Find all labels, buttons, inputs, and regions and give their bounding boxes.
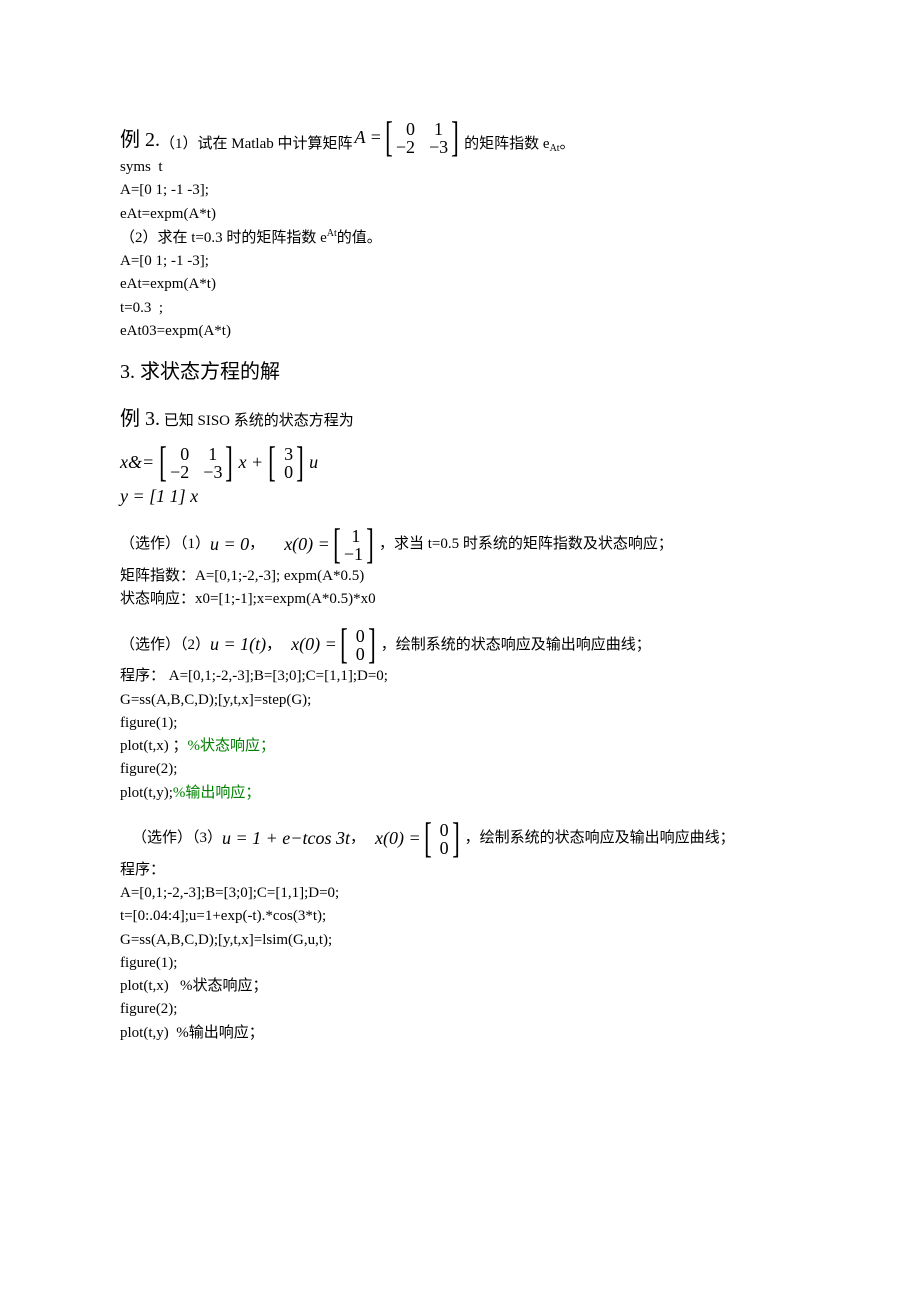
x0b-r1: 0 — [351, 627, 365, 645]
code-line: t=[0:.04:4];u=1+exp(-t).*cos(3*t); — [120, 905, 810, 928]
m1-r2c1: −2 — [170, 463, 189, 481]
code-line: 状态响应：x0=[1;-1];x=expm(A*0.5)*x0 — [120, 588, 810, 611]
p2-l4a: plot(t,x) ； — [120, 738, 188, 754]
code-line: figure(2); — [120, 758, 810, 781]
x0a-r1: 1 — [346, 527, 360, 545]
example-2-header: 例 2. （1）试在 Matlab 中计算矩阵 A = [ 01 −2−3 ] … — [120, 120, 810, 156]
x0-eq-2: x(0) = [ 0 0 ] — [291, 627, 379, 663]
comment-output-resp: %输出响应； — [173, 785, 261, 801]
comma: ， — [249, 533, 264, 556]
ex3-intro: 已知 SISO 系统的状态方程为 — [164, 413, 354, 429]
u-var: u — [309, 449, 318, 477]
section-3-title: 3. 求状态方程的解 — [120, 357, 810, 388]
u-zero: u = 0 — [210, 531, 249, 559]
p1-tail: ，求当 t=0.5 时系统的矩阵指数及状态响应； — [379, 533, 673, 556]
x0c-r2: 0 — [435, 839, 449, 857]
x0b-r2: 0 — [351, 645, 365, 663]
x0-label-2: x(0) = — [291, 631, 337, 659]
m1-r1c2: 1 — [203, 445, 217, 463]
ex3-part1: （选作）（1） u = 0 ， x(0) = [ 1 −1 ] ，求当 t=0.… — [120, 527, 810, 563]
p3-tail: ，绘制系统的状态响应及输出响应曲线； — [465, 827, 735, 850]
p3-pre: （选作）（3） — [132, 827, 222, 850]
matrix-A-eq: A = [ 01 −2 −3 ] — [355, 120, 463, 156]
p2-l6a: plot(t,y); — [120, 785, 173, 801]
code-line: 程序： — [120, 859, 810, 882]
p1-pre: （选作）（1） — [120, 533, 210, 556]
m-r1c2: 1 — [429, 120, 443, 138]
ex2-label: 例 2. — [120, 125, 160, 156]
code-line: eAt=expm(A*t) — [120, 273, 810, 296]
u-1t: u = 1(t) — [210, 631, 266, 659]
ex2-p2b: 的值。 — [337, 230, 382, 246]
comment-state-resp: %状态响应； — [188, 738, 276, 754]
ex2-p1a: （1）试在 Matlab 中计算矩阵 — [160, 133, 353, 156]
matrix-cells: 01 −2 −3 — [396, 120, 448, 156]
matrix-A: [ 01 −2−3 ] — [156, 445, 236, 481]
code-line: G=ss(A,B,C,D);[y,t,x]=step(G); — [120, 689, 810, 712]
code-line: t=0.3 ; — [120, 297, 810, 320]
code-line: eAt03=expm(A*t) — [120, 320, 810, 343]
right-bracket: ] — [451, 120, 459, 156]
u3-a: u = 1 + e — [222, 825, 290, 853]
m-r2c1: −2 — [396, 138, 415, 156]
x0-eq: x(0) = [ 1 −1 ] — [284, 527, 377, 563]
comma2: ， — [266, 634, 281, 657]
ex3-label: 例 3. — [120, 408, 160, 430]
u3-sup: −t — [290, 825, 307, 853]
code-line: figure(2); — [120, 998, 810, 1021]
code-line: plot(t,x) ；%状态响应； — [120, 735, 810, 758]
A-eq-text: A = — [355, 124, 382, 152]
x0-eq-3: x(0) = [ 0 0 ] — [375, 821, 463, 857]
example-3-header: 例 3. 已知 SISO 系统的状态方程为 — [120, 404, 810, 435]
x0-label-3: x(0) = — [375, 825, 421, 853]
p2-pre: （选作）（2） — [120, 634, 210, 657]
ex2-sup1: At — [550, 141, 560, 157]
code-line: figure(1); — [120, 712, 810, 735]
ex2-p1c: 。 — [560, 133, 575, 156]
code-line: plot(t,y) %输出响应； — [120, 1022, 810, 1045]
m1-r2c2: −3 — [203, 463, 222, 481]
ex2-sup2: At — [327, 228, 337, 239]
x0c-r1: 0 — [435, 821, 449, 839]
code-line: plot(t,x) %状态响应； — [120, 975, 810, 998]
ex3-part2: （选作）（2） u = 1(t) ， x(0) = [ 0 0 ] ，绘制系统的… — [120, 627, 810, 663]
state-equation: x&= [ 01 −2−3 ] x + [ 3 0 ] u y = [1 1] … — [120, 445, 810, 511]
code-line: syms t — [120, 156, 810, 179]
m-r1c1: 0 — [401, 120, 415, 138]
u3-b: cos 3t — [307, 825, 350, 853]
ex2-p2: （2）求在 t=0.3 时的矩阵指数 eAt的值。 — [120, 226, 810, 250]
comma3: ， — [350, 827, 365, 850]
code-line: A=[0 1; -1 -3]; — [120, 179, 810, 202]
code-line: 程序： A=[0,1;-2,-3];B=[3;0];C=[1,1];D=0; — [120, 665, 810, 688]
x0-label: x(0) = — [284, 531, 330, 559]
ex3-part3: （选作）（3） u = 1 + e−t cos 3t ， x(0) = [ 0 … — [120, 821, 810, 857]
left-bracket: [ — [385, 120, 393, 156]
x0a-r2: −1 — [344, 545, 363, 563]
code-line: plot(t,y);%输出响应； — [120, 782, 810, 805]
m2-r2: 0 — [279, 463, 293, 481]
m1-r1c1: 0 — [175, 445, 189, 463]
code-line: eAt=expm(A*t) — [120, 203, 810, 226]
x-plus: x + — [238, 449, 263, 477]
y-eq: y = [1 1] x — [120, 483, 198, 511]
ex2-p2-text: （2）求在 t=0.3 时的矩阵指数 e — [120, 230, 327, 246]
ex2-p1b: 的矩阵指数 e — [464, 133, 549, 156]
code-line: 矩阵指数：A=[0,1;-2,-3]; expm(A*0.5) — [120, 565, 810, 588]
p2-tail: ，绘制系统的状态响应及输出响应曲线； — [381, 634, 651, 657]
code-line: figure(1); — [120, 952, 810, 975]
m-r2c2: −3 — [429, 138, 448, 156]
xdot: x&= — [120, 449, 154, 477]
m2-r1: 3 — [279, 445, 293, 463]
code-line: A=[0,1;-2,-3];B=[3;0];C=[1,1];D=0; — [120, 882, 810, 905]
code-line: A=[0 1; -1 -3]; — [120, 250, 810, 273]
matrix-B: [ 3 0 ] — [265, 445, 307, 481]
code-line: G=ss(A,B,C,D);[y,t,x]=lsim(G,u,t); — [120, 929, 810, 952]
